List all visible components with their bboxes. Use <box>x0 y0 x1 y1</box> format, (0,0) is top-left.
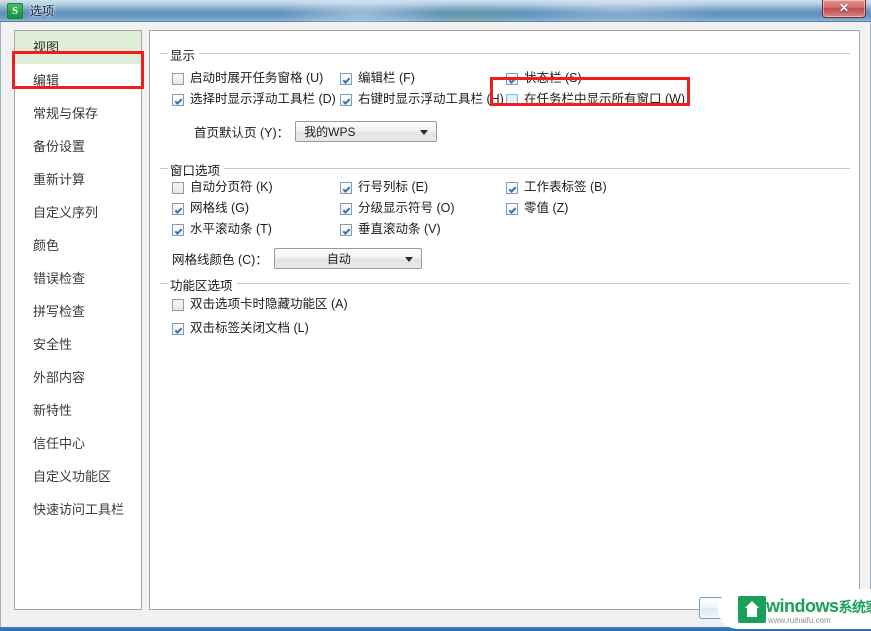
group-display: 显示 启动时展开任务窗格 (U) 选择时显示浮动工具栏 (D) 编辑栏 (F) … <box>160 45 850 142</box>
field-label: 首页默认页 (Y)： <box>194 126 290 140</box>
checkbox-label: 在任务栏中显示所有窗口 (W) <box>524 92 686 106</box>
sidebar-item-external-content[interactable]: 外部内容 <box>15 361 141 394</box>
checkbox-label: 工作表标签 (B) <box>524 180 607 194</box>
sidebar-item-custom-series[interactable]: 自定义序列 <box>15 196 141 229</box>
close-icon: ✕ <box>838 1 850 15</box>
checkbox-box <box>506 72 518 85</box>
dialog-body: 视图 编辑 常规与保存 备份设置 重新计算 自定义序列 颜色 错误检查 拼写检查… <box>0 22 871 631</box>
checkbox-gridlines[interactable]: 网格线 (G) <box>172 201 249 216</box>
category-list[interactable]: 视图 编辑 常规与保存 备份设置 重新计算 自定义序列 颜色 错误检查 拼写检查… <box>14 30 142 610</box>
gridline-color-combo[interactable]: 自动 <box>273 248 422 269</box>
checkbox-label: 启动时展开任务窗格 (U) <box>190 71 324 85</box>
sidebar-item-recalc[interactable]: 重新计算 <box>15 163 141 196</box>
checkbox-box <box>506 93 518 106</box>
sidebar-item-edit[interactable]: 编辑 <box>15 64 141 97</box>
group-display-rule <box>160 53 850 54</box>
sidebar-item-security[interactable]: 安全性 <box>15 328 141 361</box>
checkbox-box <box>172 223 184 236</box>
checkbox-label: 右键时显示浮动工具栏 (H) <box>358 92 504 106</box>
checkbox-sheet-tabs[interactable]: 工作表标签 (B) <box>506 180 607 195</box>
checkbox-box <box>506 202 518 215</box>
checkbox-expand-task-pane[interactable]: 启动时展开任务窗格 (U) <box>172 71 323 86</box>
checkbox-row-column-headers[interactable]: 行号列标 (E) <box>340 180 428 195</box>
checkbox-vertical-scrollbar[interactable]: 垂直滚动条 (V) <box>340 222 441 237</box>
checkbox-box <box>340 202 352 215</box>
group-ribbon-options: 功能区选项 双击选项卡时隐藏功能区 (A) 双击标签关闭文档 (L) <box>160 275 850 343</box>
checkbox-horizontal-scrollbar[interactable]: 水平滚动条 (T) <box>172 222 272 237</box>
checkbox-box <box>172 202 184 215</box>
checkbox-label: 零值 (Z) <box>524 201 569 215</box>
checkbox-float-toolbar-select[interactable]: 选择时显示浮动工具栏 (D) <box>172 92 336 107</box>
sidebar-item-color[interactable]: 颜色 <box>15 229 141 262</box>
checkbox-box <box>340 72 352 85</box>
checkbox-box <box>340 223 352 236</box>
checkbox-box <box>172 181 184 194</box>
checkbox-box <box>340 93 352 106</box>
chevron-down-icon <box>404 256 413 262</box>
group-ribbon-options-rule <box>160 283 850 284</box>
checkbox-label: 网格线 (G) <box>190 201 250 215</box>
settings-pane: 显示 启动时展开任务窗格 (U) 选择时显示浮动工具栏 (D) 编辑栏 (F) … <box>149 30 860 610</box>
field-gridline-color: 网格线颜色 (C)： 自动 <box>172 248 422 269</box>
titlebar-glass-overlay <box>0 0 871 22</box>
sidebar-item-new-features[interactable]: 新特性 <box>15 394 141 427</box>
sidebar-item-backup[interactable]: 备份设置 <box>15 130 141 163</box>
desktop-taskbar-strip <box>0 627 871 631</box>
combo-value: 我的WPS <box>304 125 356 139</box>
checkbox-label: 分级显示符号 (O) <box>358 201 455 215</box>
checkbox-show-all-windows-taskbar[interactable]: 在任务栏中显示所有窗口 (W) <box>506 92 685 107</box>
checkbox-label: 自动分页符 (K) <box>190 180 273 194</box>
options-dialog: S 选项 ✕ 视图 编辑 常规与保存 备份设置 重新计算 自定义序列 颜色 错误… <box>0 0 871 631</box>
group-display-title: 显示 <box>168 45 200 64</box>
checkbox-label: 双击选项卡时隐藏功能区 (A) <box>190 297 348 311</box>
home-default-page-combo[interactable]: 我的WPS <box>295 121 438 142</box>
sidebar-item-trust-center[interactable]: 信任中心 <box>15 427 141 460</box>
checkbox-label: 水平滚动条 (T) <box>190 222 272 236</box>
checkbox-float-toolbar-rightclick[interactable]: 右键时显示浮动工具栏 (H) <box>340 92 504 107</box>
checkbox-label: 选择时显示浮动工具栏 (D) <box>190 92 336 106</box>
checkbox-close-doc-on-dblclick-tab[interactable]: 双击标签关闭文档 (L) <box>172 321 309 336</box>
sidebar-item-quick-access[interactable]: 快速访问工具栏 <box>15 493 141 526</box>
checkbox-box <box>340 181 352 194</box>
group-window-options-title: 窗口选项 <box>168 160 225 179</box>
sidebar-item-custom-ribbon[interactable]: 自定义功能区 <box>15 460 141 493</box>
checkbox-label: 垂直滚动条 (V) <box>358 222 441 236</box>
checkbox-box <box>172 72 184 85</box>
group-ribbon-options-title: 功能区选项 <box>168 275 237 294</box>
checkbox-label: 双击标签关闭文档 (L) <box>190 321 309 335</box>
sidebar-item-general-save[interactable]: 常规与保存 <box>15 97 141 130</box>
sidebar-item-view[interactable]: 视图 <box>15 31 141 64</box>
field-label: 网格线颜色 (C)： <box>172 253 268 267</box>
checkbox-box <box>172 298 184 311</box>
combo-value: 自动 <box>326 252 351 266</box>
checkbox-hide-ribbon-on-dblclick[interactable]: 双击选项卡时隐藏功能区 (A) <box>172 297 348 312</box>
window-title: 选项 <box>30 4 55 18</box>
checkbox-box <box>506 181 518 194</box>
checkbox-box <box>172 93 184 106</box>
group-window-options: 窗口选项 自动分页符 (K) 网格线 (G) 水平滚动条 (T) 行号列标 (E… <box>160 160 850 269</box>
sidebar-item-error-check[interactable]: 错误检查 <box>15 262 141 295</box>
dialog-action-button[interactable] <box>699 597 735 619</box>
checkbox-label: 行号列标 (E) <box>358 180 429 194</box>
checkbox-label: 编辑栏 (F) <box>358 71 415 85</box>
checkbox-label: 状态栏 (S) <box>524 71 582 85</box>
checkbox-formula-bar[interactable]: 编辑栏 (F) <box>340 71 415 86</box>
chevron-down-icon <box>420 129 429 135</box>
checkbox-zero-values[interactable]: 零值 (Z) <box>506 201 568 216</box>
field-home-default-page: 首页默认页 (Y)： 我的WPS <box>194 121 438 142</box>
checkbox-status-bar[interactable]: 状态栏 (S) <box>506 71 582 86</box>
checkbox-auto-page-break[interactable]: 自动分页符 (K) <box>172 180 273 195</box>
sidebar-item-spell-check[interactable]: 拼写检查 <box>15 295 141 328</box>
checkbox-box <box>172 322 184 335</box>
title-bar: S 选项 ✕ <box>0 0 871 22</box>
checkbox-outline-symbols[interactable]: 分级显示符号 (O) <box>340 201 455 216</box>
wps-s-icon: S <box>7 3 23 19</box>
group-window-options-rule <box>160 168 850 169</box>
close-button[interactable]: ✕ <box>822 0 866 18</box>
